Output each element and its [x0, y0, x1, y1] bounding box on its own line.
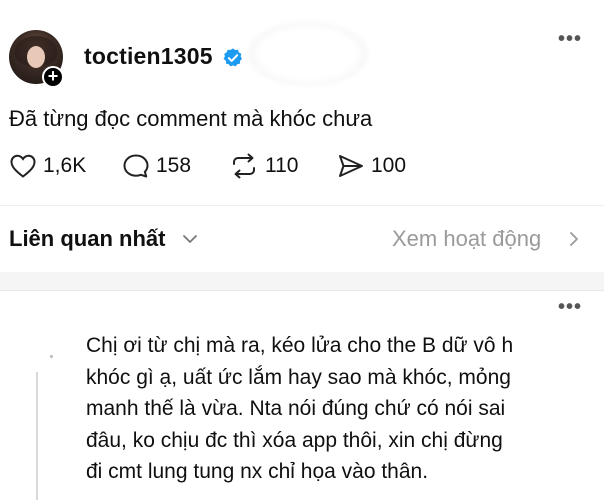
repost-button[interactable]: 110: [229, 153, 298, 179]
comment-line: Chị ơi từ chị mà ra, kéo lửa cho the B d…: [86, 334, 514, 357]
heart-icon: [10, 154, 36, 178]
comment-line: manh thế là vừa. Nta nói đúng chứ có nói…: [86, 397, 506, 420]
share-icon: [339, 155, 363, 177]
repost-icon: [233, 153, 255, 179]
comment-icon: [123, 154, 149, 178]
section-separator: [0, 272, 604, 290]
sort-dropdown[interactable]: Liên quan nhất: [9, 226, 165, 252]
thread-dot: [50, 355, 53, 358]
like-count: 1,6K: [43, 154, 87, 177]
verified-icon: [223, 48, 242, 67]
comment-count: 158: [156, 154, 192, 177]
chevron-down-icon[interactable]: [181, 230, 199, 248]
share-count: 100: [371, 154, 407, 177]
repost-count: 110: [265, 154, 299, 177]
redacted-blur: [248, 22, 368, 86]
more-icon[interactable]: •••: [558, 28, 582, 51]
follow-plus-icon[interactable]: +: [42, 66, 64, 88]
comment-line: đi cmt lung tung nx chỉ họa vào thân.: [86, 460, 429, 483]
comment-button[interactable]: 158: [122, 153, 191, 179]
comment-line: đâu, ko chịu đc thì xóa app thôi, xin ch…: [86, 428, 503, 452]
comment-text: Chị ơi từ chị mà ra, kéo lửa cho the B d…: [86, 330, 596, 488]
like-button[interactable]: 1,6K: [9, 153, 86, 179]
chevron-right-icon[interactable]: [567, 230, 581, 248]
share-button[interactable]: 100: [337, 153, 406, 179]
divider: [0, 205, 604, 206]
thread-line: [36, 372, 38, 500]
comment-line: khóc gì ạ, uất ức lắm hay sao mà khóc, m…: [86, 365, 511, 389]
username[interactable]: toctien1305: [84, 43, 213, 70]
more-icon[interactable]: •••: [558, 296, 582, 319]
view-activity-link[interactable]: Xem hoạt động: [392, 226, 541, 252]
post-text: Đã từng đọc comment mà khóc chưa: [9, 106, 373, 131]
divider: [0, 290, 604, 291]
